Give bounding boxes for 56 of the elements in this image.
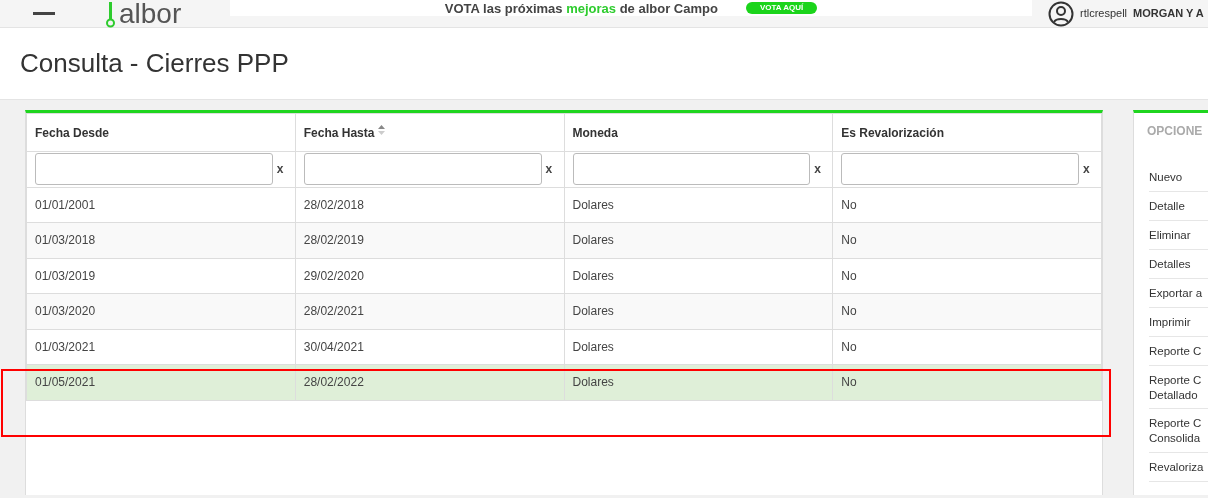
table-cell: No xyxy=(832,258,1102,294)
clear-filter-button[interactable]: x xyxy=(545,160,556,179)
column-header[interactable]: Moneda xyxy=(572,125,618,140)
option-link[interactable]: Reporte C xyxy=(1149,336,1208,366)
company-name: MORGAN Y A xyxy=(1133,6,1204,22)
clear-filter-button[interactable]: x xyxy=(276,160,287,179)
table-cell: 28/02/2022 xyxy=(295,364,564,400)
table-cell: Dolares xyxy=(564,329,833,365)
logo-icon xyxy=(105,1,117,28)
clear-filter-button[interactable]: x xyxy=(1083,160,1093,179)
table-cell: Dolares xyxy=(564,364,833,400)
table-cell: Dolares xyxy=(564,187,833,223)
table-cell: 30/04/2021 xyxy=(295,329,564,365)
sort-icon[interactable] xyxy=(377,124,385,135)
column-header[interactable]: Fecha Desde xyxy=(35,125,110,140)
table-cell: Dolares xyxy=(564,293,833,329)
table-cell: 29/02/2020 xyxy=(295,258,564,294)
table-cell: No xyxy=(832,293,1102,329)
option-link[interactable]: Reporte C Consolida xyxy=(1149,409,1208,454)
table-cell: Dolares xyxy=(564,222,833,258)
filter-field[interactable] xyxy=(841,153,1079,186)
table-cell: Dolares xyxy=(564,258,833,294)
column-header[interactable]: Es Revalorización xyxy=(841,125,944,140)
table-cell: 01/03/2021 xyxy=(26,329,296,365)
option-link[interactable]: Revaloriza xyxy=(1149,453,1208,483)
table-cell: 01/03/2018 xyxy=(26,222,296,258)
option-link[interactable]: Nuevo xyxy=(1149,163,1208,192)
table-cell: No xyxy=(832,364,1102,400)
table-cell: 01/03/2019 xyxy=(26,258,296,294)
table-cell: No xyxy=(832,222,1102,258)
filter-field[interactable] xyxy=(303,153,542,186)
option-link[interactable]: Detalle xyxy=(1149,191,1208,221)
logo-text: albor xyxy=(119,0,182,28)
clear-filter-button[interactable]: x xyxy=(814,160,825,179)
table-cell: 01/05/2021 xyxy=(26,364,296,400)
filter-field[interactable] xyxy=(572,153,811,186)
user-name: rtlcrespell xyxy=(1080,6,1128,22)
option-link[interactable]: Detalles xyxy=(1149,249,1208,279)
filter-field[interactable] xyxy=(35,153,273,186)
table-cell: No xyxy=(832,329,1102,365)
option-link[interactable]: Eliminar xyxy=(1149,220,1208,250)
banner-text: VOTA las próximas mejoras de albor Campo xyxy=(444,1,718,15)
table-cell: 01/03/2020 xyxy=(26,293,296,329)
table-cell: 28/02/2021 xyxy=(295,293,564,329)
table-cell: 01/01/2001 xyxy=(26,187,296,223)
table-cell: No xyxy=(832,187,1102,223)
user-icon[interactable] xyxy=(1048,0,1074,27)
panel-title: OPCIONE xyxy=(1147,123,1204,140)
page-title: Consulta - Cierres PPP xyxy=(20,48,289,78)
column-header[interactable]: Fecha Hasta xyxy=(303,125,375,140)
menu-icon[interactable] xyxy=(33,12,55,15)
option-link[interactable]: Imprimir xyxy=(1149,307,1208,337)
option-link[interactable]: Reporte C Detallado xyxy=(1149,365,1208,410)
table-cell: 28/02/2018 xyxy=(295,187,564,223)
table-cell: 28/02/2019 xyxy=(295,222,564,258)
option-link[interactable]: Exportar a xyxy=(1149,278,1208,308)
